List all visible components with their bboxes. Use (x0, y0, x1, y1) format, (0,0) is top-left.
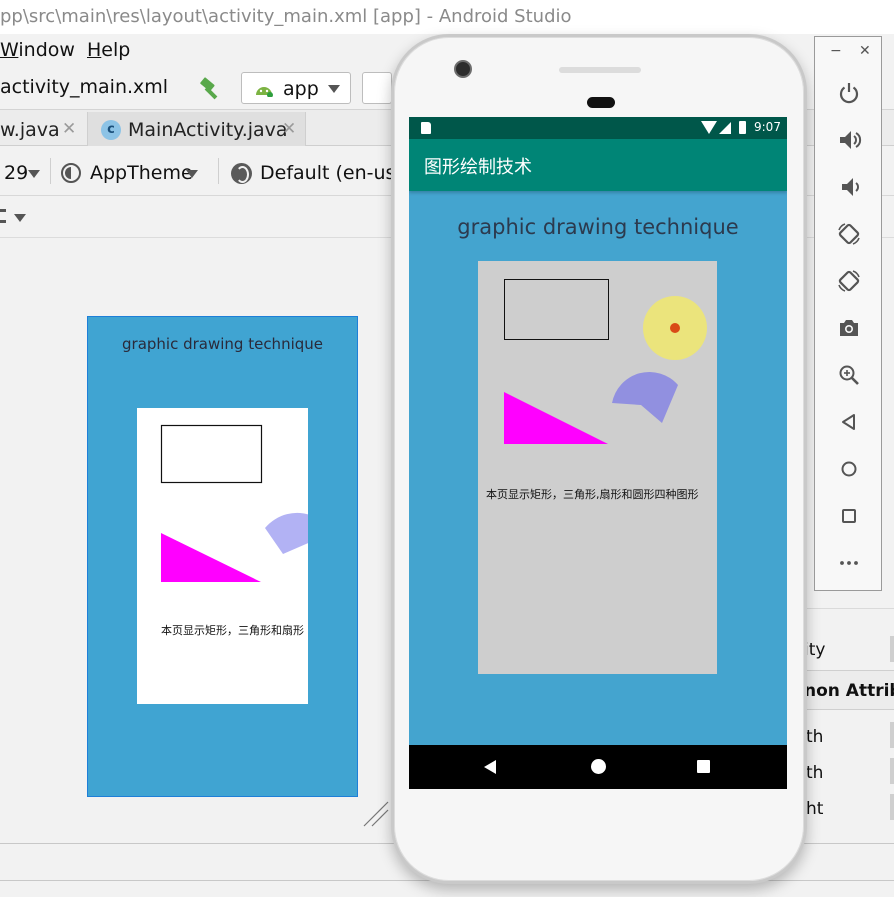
sector-shape (612, 371, 678, 423)
toolbar-divider (50, 158, 51, 184)
attr-value-field[interactable] (890, 722, 894, 748)
preview-caption: 本页显示矩形，三角形和扇形 (161, 624, 304, 637)
preview-title: graphic drawing technique (122, 335, 323, 353)
close-icon[interactable]: ✕ (62, 119, 76, 139)
more-button[interactable] (836, 550, 862, 576)
attr-label: ht (806, 799, 824, 819)
proximity-sensor (587, 97, 615, 108)
tab-label: w.java (0, 119, 60, 141)
preview-drawing-view[interactable]: 本页显示矩形，三角形和扇形 (137, 408, 308, 704)
close-icon[interactable]: ✕ (282, 119, 296, 139)
rotate-left-button[interactable] (836, 221, 862, 247)
attr-label: ity (804, 640, 826, 660)
run-config-select[interactable]: app (241, 72, 351, 104)
attr-label: th (806, 727, 824, 747)
screen-heading: graphic drawing technique (457, 215, 739, 239)
common-attributes-label: non Attrib (804, 681, 894, 701)
home-button[interactable] (836, 456, 862, 482)
layout-preview[interactable]: graphic drawing technique 本页显示矩形，三角形和扇形 (87, 316, 358, 797)
attr-value-field[interactable] (890, 758, 894, 784)
drawing-view[interactable]: 本页显示矩形，三角形,扇形和圆形四种图形 (478, 261, 717, 674)
camera-icon (840, 320, 858, 336)
attr-value-field[interactable] (890, 794, 894, 820)
attr-label: th (806, 763, 824, 783)
tab-main-activity[interactable]: c MainActivity.java ✕ (88, 112, 306, 146)
close-icon[interactable]: ✕ (859, 43, 871, 59)
rotate-right-icon (838, 270, 860, 292)
drawn-shapes (504, 279, 707, 444)
earpiece-speaker (559, 67, 641, 73)
back-button[interactable] (836, 409, 862, 435)
power-button[interactable] (836, 80, 862, 106)
preview-shapes (160, 424, 308, 582)
sd-card-icon (421, 122, 431, 134)
status-bar: 9:07 (409, 117, 787, 139)
navigation-bar (409, 745, 787, 789)
globe-icon (231, 163, 252, 184)
app-title: 图形绘制技术 (424, 157, 532, 178)
chevron-down-icon (14, 214, 26, 222)
chevron-down-icon (186, 170, 198, 178)
front-camera (454, 60, 472, 78)
title-bar: pp\src\main\res\layout\activity_main.xml… (0, 0, 894, 34)
menu-help[interactable]: Help (87, 39, 130, 61)
toolbar-divider (218, 158, 219, 184)
battery-icon (739, 121, 746, 134)
locale-select[interactable]: Default (en-us) (260, 162, 403, 184)
app-bar: 图形绘制技术 (409, 139, 787, 191)
menu-window[interactable]: Window (0, 39, 75, 61)
volume-up-button[interactable] (836, 127, 862, 153)
rotate-left-icon (838, 223, 860, 245)
api-level-select[interactable]: 29 (4, 162, 28, 184)
overview-button[interactable] (836, 503, 862, 529)
resize-handle-icon[interactable] (362, 800, 390, 828)
volume-down-button[interactable] (836, 174, 862, 200)
tab-java-file[interactable]: w.java ✕ (0, 112, 88, 146)
theme-icon (61, 163, 81, 183)
more-icon (840, 561, 858, 565)
preview-triangle (161, 533, 261, 582)
rotate-right-button[interactable] (836, 268, 862, 294)
view-options-icon[interactable] (0, 209, 6, 223)
run-config-label: app (283, 78, 319, 100)
zoom-button[interactable] (836, 362, 862, 388)
zoom-icon (839, 365, 859, 385)
attr-value-field[interactable] (890, 636, 894, 662)
window-title: pp\src\main\res\layout\activity_main.xml… (0, 6, 572, 27)
emulator-side-panel: − ✕ (814, 36, 882, 591)
theme-select[interactable]: AppTheme (90, 162, 193, 184)
power-icon (839, 83, 859, 104)
class-icon: c (101, 120, 121, 140)
home-icon (841, 461, 857, 477)
common-attributes-header[interactable]: non Attrib (800, 670, 894, 710)
triangle-shape (504, 392, 608, 444)
preview-sector (265, 512, 308, 554)
volume-up-icon (840, 131, 862, 149)
preview-rectangle (160, 424, 263, 484)
chevron-down-icon (28, 170, 40, 178)
minimize-icon[interactable]: − (830, 43, 842, 59)
status-time: 9:07 (754, 120, 781, 134)
nav-home-icon[interactable] (591, 759, 606, 774)
back-icon (842, 414, 855, 430)
build-hammer-icon[interactable] (198, 75, 224, 101)
attr-divider (800, 608, 894, 609)
overview-icon (842, 509, 856, 523)
nav-back-icon[interactable] (484, 760, 496, 774)
signal-icon (719, 122, 731, 134)
tab-label: MainActivity.java (128, 119, 288, 141)
screenshot-button[interactable] (836, 315, 862, 341)
wifi-icon (701, 121, 717, 134)
circle-center-dot (670, 323, 680, 333)
rectangle-shape (504, 279, 609, 340)
nav-overview-icon[interactable] (697, 760, 710, 773)
volume-down-icon (842, 178, 859, 196)
android-icon (256, 87, 273, 97)
breadcrumb-file[interactable]: activity_main.xml (0, 76, 168, 98)
drawing-caption: 本页显示矩形，三角形,扇形和圆形四种图形 (486, 488, 699, 501)
emulator-screen[interactable]: 9:07 图形绘制技术 graphic drawing technique 本页… (409, 117, 787, 789)
device-select[interactable] (362, 72, 392, 104)
chevron-down-icon (328, 85, 340, 93)
